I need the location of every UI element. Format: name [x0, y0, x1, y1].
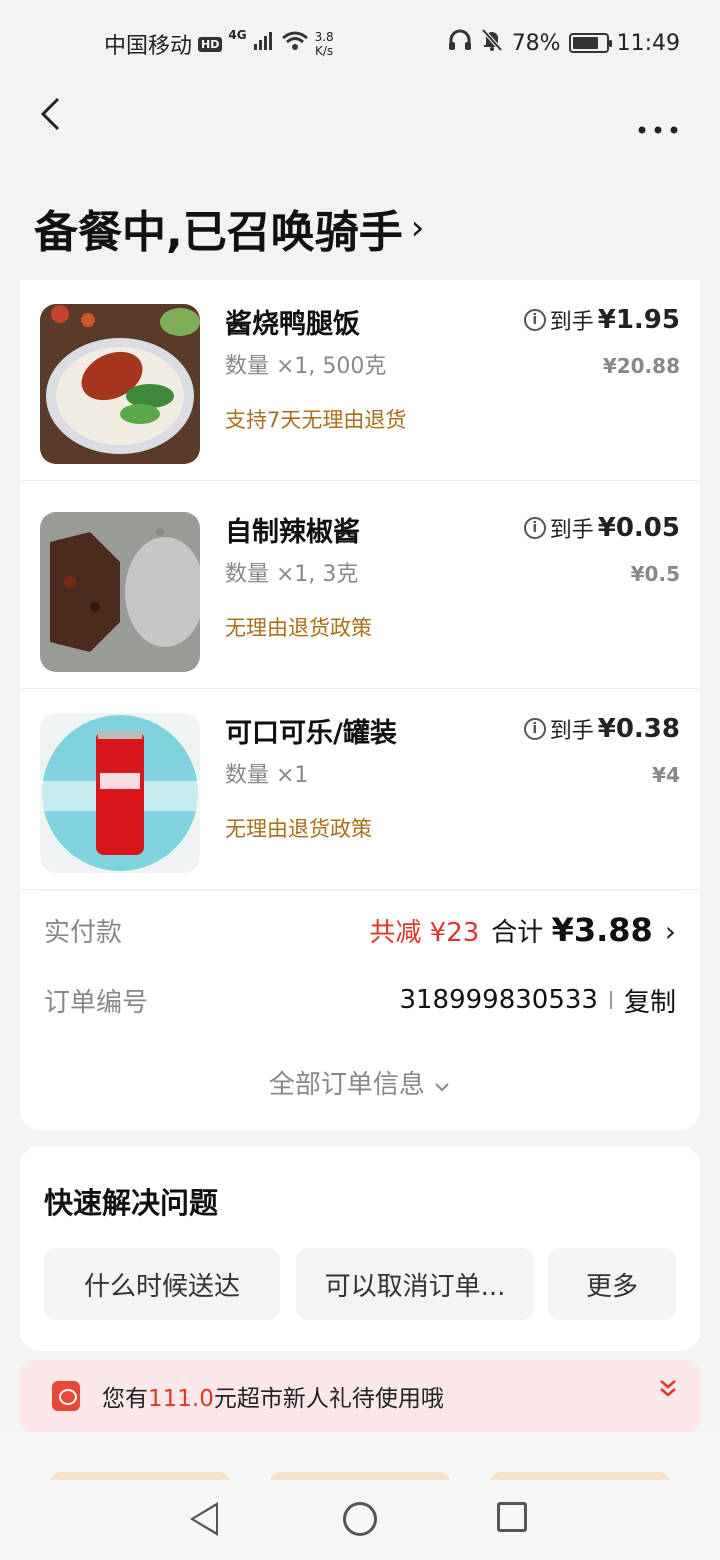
item-quantity: 数量 ×1 — [225, 763, 309, 788]
payment-row[interactable]: 实付款 共减 ¥23 合计 ¥3.88 › — [44, 908, 676, 952]
net-label: 到手 — [549, 518, 594, 543]
cola-can-image — [40, 713, 200, 873]
original-price: ¥20.88 — [602, 354, 680, 378]
item-policy: 无理由退货政策 — [225, 616, 372, 640]
battery-icon — [568, 33, 612, 53]
all-order-info-toggle[interactable]: 全部订单信息 — [20, 1064, 700, 1101]
item-name: 酱烧鸭腿饭 — [225, 309, 360, 340]
peek-content — [0, 1432, 720, 1480]
order-card: 酱烧鸭腿饭 数量 ×1, 500克 支持7天无理由退货 i 到手 ¥1.95 ¥… — [20, 280, 700, 1130]
nav-home-icon[interactable] — [343, 1502, 377, 1536]
net-speed-value: 3.8 — [314, 30, 334, 44]
gift-icon — [52, 1381, 80, 1411]
discount-amount: 共减 ¥23 — [369, 918, 480, 948]
system-nav-bar — [0, 1480, 720, 1560]
carrier-name: 中国移动 — [104, 34, 193, 59]
status-bar: 中国移动 HD 4G 3.8 K/s 78% 11:49 — [0, 0, 720, 84]
new-user-gift-banner[interactable]: 您有111.0元超市新人礼待使用哦 — [20, 1360, 700, 1432]
peek-placeholder — [270, 1472, 450, 1480]
info-icon[interactable]: i — [523, 309, 546, 331]
banner-amount: 111.0 — [148, 1386, 214, 1412]
order-item[interactable]: 自制辣椒酱 数量 ×1, 3克 无理由退货政策 i 到手 ¥0.05 ¥0.5 — [20, 488, 700, 689]
banner-suffix: 元超市新人礼待使用哦 — [213, 1386, 444, 1412]
item-name: 自制辣椒酱 — [225, 517, 360, 548]
battery-fill — [572, 37, 598, 49]
total-amount: 合计 ¥3.88 — [491, 911, 653, 949]
item-price-block: i 到手 ¥0.38 ¥4 — [523, 713, 680, 787]
net-price: ¥1.95 — [597, 305, 680, 335]
signal-icon — [253, 31, 275, 57]
double-chevron-down-icon[interactable] — [658, 1378, 678, 1401]
item-price-block: i 到手 ¥0.05 ¥0.5 — [523, 512, 680, 586]
item-policy: 支持7天无理由退货 — [225, 408, 407, 432]
total-label: 合计 — [491, 918, 544, 948]
chip-cancel-order[interactable]: 可以取消订单... — [296, 1248, 534, 1320]
separator — [609, 991, 612, 1009]
chili-sauce-image — [40, 512, 200, 672]
chevron-right-icon: › — [664, 915, 676, 948]
net-label: 到手 — [549, 310, 594, 335]
item-policy: 无理由退货政策 — [225, 817, 372, 841]
nav-back-icon[interactable] — [190, 1502, 218, 1536]
clock: 11:49 — [616, 30, 680, 56]
net-price: ¥0.05 — [597, 513, 680, 543]
more-dots-icon — [638, 126, 678, 134]
original-price: ¥0.5 — [630, 562, 680, 586]
order-status-text: 备餐中,已召唤骑手 — [34, 207, 403, 258]
item-name: 可口可乐/罐装 — [225, 718, 397, 749]
chevron-down-icon — [433, 1070, 451, 1100]
hd-icon: HD — [198, 36, 223, 52]
chevron-right-icon: › — [410, 208, 425, 248]
item-quantity: 数量 ×1, 3克 — [225, 562, 359, 587]
banner-text: 您有111.0元超市新人礼待使用哦 — [102, 1379, 444, 1413]
net-label: 到手 — [549, 719, 594, 744]
divider — [40, 890, 680, 891]
headphones-icon — [448, 29, 472, 57]
chip-delivery-time[interactable]: 什么时候送达 — [44, 1248, 280, 1320]
quick-solve-title: 快速解决问题 — [44, 1186, 219, 1220]
peek-placeholder — [50, 1472, 230, 1480]
chip-more[interactable]: 更多 — [548, 1248, 676, 1320]
item-price-block: i 到手 ¥1.95 ¥20.88 — [523, 304, 680, 378]
item-quantity: 数量 ×1, 500克 — [225, 354, 387, 379]
payment-label: 实付款 — [44, 917, 123, 948]
nav-recents-icon[interactable] — [497, 1502, 527, 1532]
banner-prefix: 您有 — [102, 1386, 148, 1412]
total-value: ¥3.88 — [551, 911, 653, 949]
order-item[interactable]: 可口可乐/罐装 数量 ×1 无理由退货政策 i 到手 ¥0.38 ¥4 — [20, 689, 700, 890]
order-number-row: 订单编号 318999830533 复制 — [44, 978, 676, 1022]
order-item[interactable]: 酱烧鸭腿饭 数量 ×1, 500克 支持7天无理由退货 i 到手 ¥1.95 ¥… — [20, 280, 700, 481]
order-number: 318999830533 — [399, 985, 598, 1015]
order-number-label: 订单编号 — [44, 987, 149, 1018]
battery-percent: 78% — [511, 30, 561, 56]
net-speed-unit: K/s — [315, 44, 334, 58]
network-label: 4G — [228, 28, 247, 42]
more-options-button[interactable] — [636, 106, 680, 144]
chevron-left-icon — [40, 97, 60, 131]
wifi-icon — [281, 30, 309, 58]
original-price: ¥4 — [652, 763, 680, 787]
all-order-info-label: 全部订单信息 — [268, 1070, 425, 1100]
net-price: ¥0.38 — [597, 714, 680, 744]
peek-placeholder — [490, 1472, 670, 1480]
back-button[interactable] — [38, 96, 78, 140]
bell-muted-icon — [480, 28, 504, 58]
duck-rice-image — [40, 304, 200, 464]
copy-button[interactable]: 复制 — [624, 982, 676, 1019]
order-status-title[interactable]: 备餐中,已召唤骑手 › — [34, 196, 424, 260]
net-speed: 3.8 K/s — [315, 30, 334, 58]
quick-solve-card: 快速解决问题 什么时候送达 可以取消订单... 更多 — [20, 1146, 700, 1351]
info-icon[interactable]: i — [523, 517, 546, 539]
info-icon[interactable]: i — [523, 718, 546, 740]
